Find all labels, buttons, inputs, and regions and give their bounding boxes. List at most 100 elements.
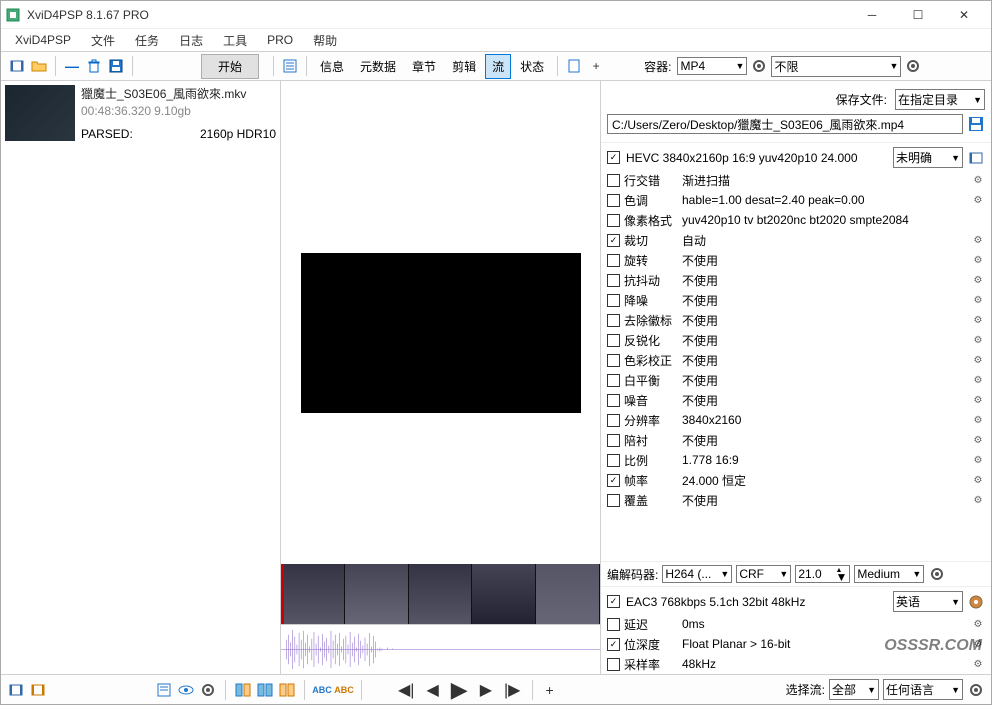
- menu-task[interactable]: 任务: [127, 30, 167, 51]
- crf-value[interactable]: 21.0▲▼: [795, 565, 850, 583]
- close-button[interactable]: ✕: [941, 1, 987, 29]
- tab-chapters[interactable]: 章节: [405, 54, 443, 79]
- prop-checkbox[interactable]: [607, 334, 620, 347]
- prop-checkbox[interactable]: ✓: [607, 474, 620, 487]
- tab-info[interactable]: 信息: [313, 54, 351, 79]
- step-fwd-button[interactable]: ▶: [476, 680, 496, 700]
- any-lang-combo[interactable]: 任何语言▼: [883, 679, 963, 700]
- sliders-icon[interactable]: ⚙: [971, 193, 985, 207]
- prop-checkbox[interactable]: [607, 414, 620, 427]
- menu-log[interactable]: 日志: [171, 30, 211, 51]
- film-blue-icon[interactable]: [7, 681, 25, 699]
- film-orange-icon[interactable]: [29, 681, 47, 699]
- abc-icon-1[interactable]: ABC: [313, 681, 331, 699]
- compare-icon-3[interactable]: [278, 681, 296, 699]
- play-button[interactable]: ▶: [447, 677, 472, 703]
- file-item[interactable]: 獵魔士_S03E06_風雨欲來.mkv 00:48:36.320 9.10gb …: [1, 81, 280, 145]
- preset-combo[interactable]: Medium▼: [854, 565, 924, 583]
- film-icon[interactable]: [7, 56, 27, 76]
- audio-disc-icon[interactable]: [967, 593, 985, 611]
- video-stream-checkbox[interactable]: ✓: [607, 151, 620, 164]
- stream-all-combo[interactable]: 全部▼: [829, 679, 879, 700]
- sliders-icon[interactable]: ⚙: [971, 313, 985, 327]
- video-clarity-combo[interactable]: 未明确▼: [893, 147, 963, 168]
- eye-icon[interactable]: [177, 681, 195, 699]
- video-preview[interactable]: [301, 253, 581, 413]
- prop-checkbox[interactable]: [607, 454, 620, 467]
- tab-stream[interactable]: 流: [485, 54, 511, 79]
- tab-edit[interactable]: 剪辑: [445, 54, 483, 79]
- prop-checkbox[interactable]: [607, 494, 620, 507]
- audio-lang-combo[interactable]: 英语▼: [893, 591, 963, 612]
- menu-pro[interactable]: PRO: [259, 31, 301, 49]
- gear-icon-3[interactable]: [199, 681, 217, 699]
- folder-open-icon[interactable]: [29, 56, 49, 76]
- next-frame-button[interactable]: |▶: [500, 680, 524, 700]
- menu-tools[interactable]: 工具: [215, 30, 255, 51]
- sliders-icon[interactable]: ⚙: [971, 657, 985, 671]
- save-icon[interactable]: [106, 56, 126, 76]
- save-path-icon[interactable]: [967, 115, 985, 133]
- sliders-icon[interactable]: ⚙: [971, 413, 985, 427]
- tab-status[interactable]: 状态: [513, 54, 551, 79]
- compare-icon-2[interactable]: [256, 681, 274, 699]
- prop-checkbox[interactable]: [607, 434, 620, 447]
- sliders-icon[interactable]: ⚙: [971, 617, 985, 631]
- page-icon[interactable]: [564, 56, 584, 76]
- sliders-icon[interactable]: ⚙: [971, 353, 985, 367]
- start-button[interactable]: 开始: [201, 54, 259, 79]
- prop-checkbox[interactable]: [607, 354, 620, 367]
- container-combo[interactable]: MP4▼: [677, 57, 747, 75]
- plus-icon[interactable]: +: [586, 56, 606, 76]
- tab-metadata[interactable]: 元数据: [353, 54, 403, 79]
- mode-combo[interactable]: CRF▼: [736, 565, 791, 583]
- sliders-icon[interactable]: ⚙: [971, 373, 985, 387]
- prop-checkbox[interactable]: [607, 658, 620, 671]
- menu-help[interactable]: 帮助: [305, 30, 345, 51]
- maximize-button[interactable]: ☐: [895, 1, 941, 29]
- sliders-icon[interactable]: ⚙: [971, 253, 985, 267]
- gear-icon-2[interactable]: [903, 56, 923, 76]
- prop-checkbox[interactable]: [607, 174, 620, 187]
- sliders-icon[interactable]: ⚙: [971, 393, 985, 407]
- sliders-icon[interactable]: ⚙: [971, 293, 985, 307]
- plus-button[interactable]: +: [541, 682, 557, 698]
- prop-checkbox[interactable]: [607, 394, 620, 407]
- audio-stream-checkbox[interactable]: ✓: [607, 595, 620, 608]
- menu-xvid4psp[interactable]: XviD4PSP: [7, 31, 79, 49]
- prop-checkbox[interactable]: [607, 618, 620, 631]
- sliders-icon[interactable]: ⚙: [971, 173, 985, 187]
- prev-frame-button[interactable]: ◀|: [394, 680, 418, 700]
- abc-icon-2[interactable]: ABC: [335, 681, 353, 699]
- video-film-icon[interactable]: [967, 149, 985, 167]
- sliders-icon[interactable]: [971, 213, 985, 227]
- sliders-icon[interactable]: ⚙: [971, 333, 985, 347]
- sliders-icon[interactable]: ⚙: [971, 453, 985, 467]
- output-path-input[interactable]: [607, 114, 963, 134]
- minimize-button[interactable]: ─: [849, 1, 895, 29]
- prop-checkbox[interactable]: ✓: [607, 234, 620, 247]
- prop-checkbox[interactable]: [607, 274, 620, 287]
- sliders-icon[interactable]: ⚙: [971, 273, 985, 287]
- trash-icon[interactable]: [84, 56, 104, 76]
- list-icon-2[interactable]: [155, 681, 173, 699]
- limit-combo[interactable]: 不限▼: [771, 56, 901, 77]
- prop-checkbox[interactable]: [607, 294, 620, 307]
- sliders-icon[interactable]: ⚙: [971, 233, 985, 247]
- prop-checkbox[interactable]: [607, 254, 620, 267]
- timeline[interactable]: [281, 564, 600, 624]
- prop-checkbox[interactable]: [607, 194, 620, 207]
- sliders-icon[interactable]: ⚙: [971, 637, 985, 651]
- gear-icon[interactable]: [749, 56, 769, 76]
- list-icon[interactable]: [280, 56, 300, 76]
- sliders-icon[interactable]: ⚙: [971, 473, 985, 487]
- minus-icon[interactable]: —: [62, 56, 82, 76]
- sliders-icon[interactable]: ⚙: [971, 433, 985, 447]
- menu-file[interactable]: 文件: [83, 30, 123, 51]
- save-mode-combo[interactable]: 在指定目录▼: [895, 89, 985, 110]
- step-back-button[interactable]: ◀: [422, 680, 442, 700]
- codec-combo[interactable]: H264 (...▼: [662, 565, 732, 583]
- compare-icon-1[interactable]: [234, 681, 252, 699]
- prop-checkbox[interactable]: [607, 214, 620, 227]
- prop-checkbox[interactable]: [607, 374, 620, 387]
